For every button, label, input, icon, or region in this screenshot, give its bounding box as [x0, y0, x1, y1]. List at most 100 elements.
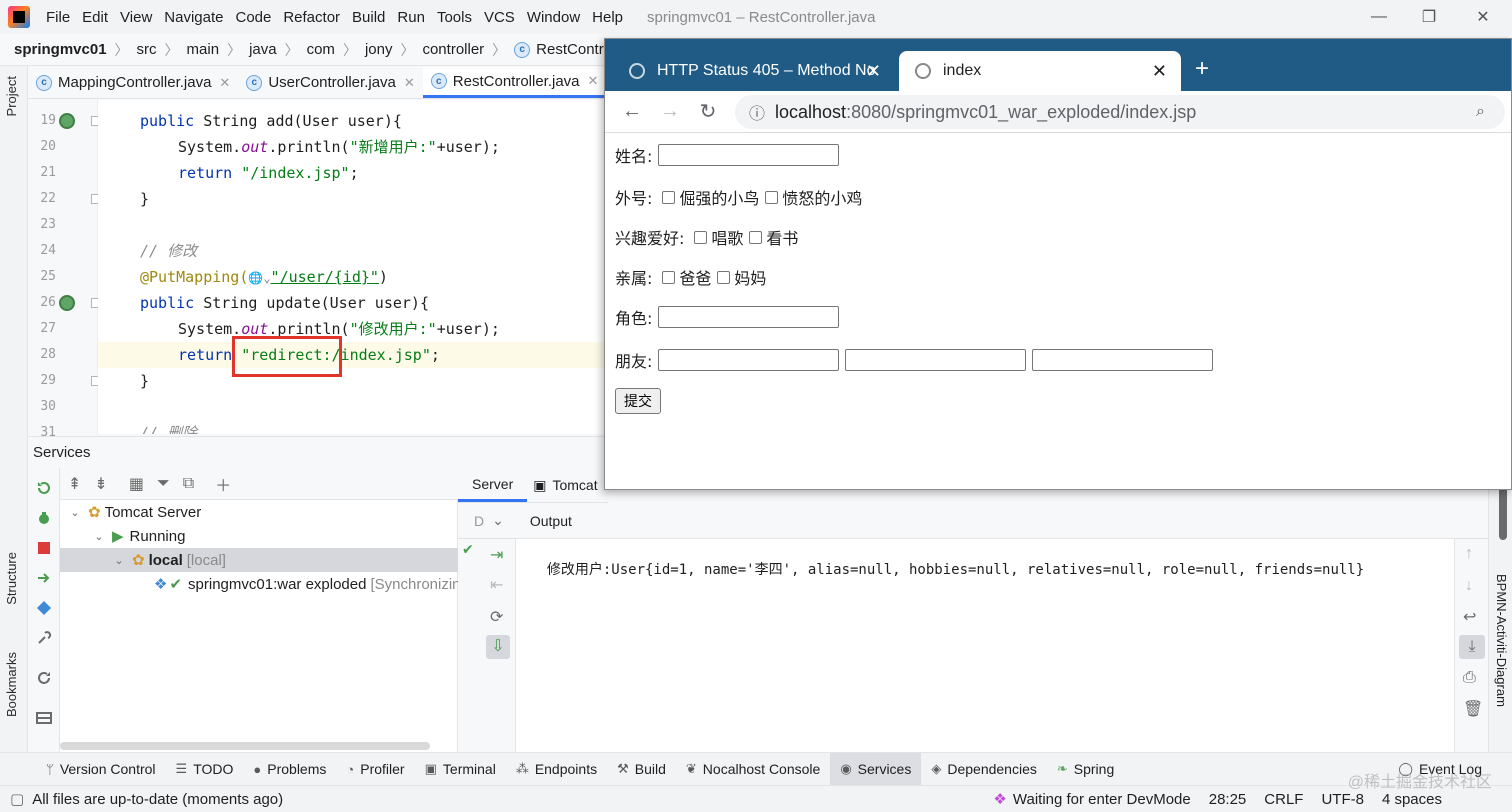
friend-input-1[interactable]: [658, 349, 840, 371]
endpoint-gutter-icon[interactable]: [59, 113, 75, 129]
tree-artifact[interactable]: ❖ ✔ springmvc01:war exploded [Synchroniz…: [154, 572, 473, 596]
hobby-checkbox-1[interactable]: [694, 230, 708, 244]
tw-profiler[interactable]: ◔ Profiler: [336, 753, 414, 785]
tab-rest-controller[interactable]: c RestController.java ✕: [422, 67, 607, 98]
menu-file[interactable]: File: [40, 9, 76, 26]
devmode-status[interactable]: ❖ Waiting for enter DevMode: [993, 790, 1190, 809]
back-icon[interactable]: ←: [613, 100, 651, 123]
breadcrumb-project[interactable]: springmvc01: [14, 41, 107, 58]
chevron-down-icon[interactable]: ⌄: [66, 506, 84, 519]
horizontal-scrollbar[interactable]: [60, 742, 430, 750]
file-encoding[interactable]: UTF-8: [1321, 791, 1364, 808]
friend-input-3[interactable]: [1032, 349, 1214, 371]
wrench-icon[interactable]: [36, 630, 52, 646]
tree-running[interactable]: ⌄ ▶ Running: [90, 524, 185, 548]
breadcrumb-controller[interactable]: controller: [422, 41, 484, 58]
close-window-icon[interactable]: ✕: [1458, 0, 1508, 34]
code-editor[interactable]: public String add(User user){ System.out…: [98, 100, 608, 434]
arrow-up-icon[interactable]: ↑: [1465, 545, 1473, 563]
new-tab-icon[interactable]: ⧉: [183, 475, 194, 493]
layout-toggle-icon[interactable]: ▢: [10, 790, 24, 808]
line-separator[interactable]: CRLF: [1264, 791, 1303, 808]
project-tool-button[interactable]: Project: [4, 76, 19, 116]
minimize-icon[interactable]: —: [1354, 0, 1404, 34]
menu-vcs[interactable]: VCS: [478, 9, 521, 26]
redeploy-icon[interactable]: ⇥: [490, 545, 503, 565]
name-input[interactable]: [658, 144, 840, 166]
undeploy-icon[interactable]: ⇤: [490, 575, 503, 595]
close-tab-icon[interactable]: ✕: [404, 75, 415, 91]
close-tab-icon[interactable]: ✕: [1152, 61, 1167, 82]
new-tab-plus-icon[interactable]: +: [1195, 55, 1209, 83]
add-service-icon[interactable]: ＋: [215, 472, 231, 496]
indent-setting[interactable]: 4 spaces: [1382, 791, 1442, 808]
chevron-down-icon[interactable]: ⌄: [492, 512, 504, 529]
print-icon[interactable]: ⎙: [1463, 669, 1476, 687]
menu-window[interactable]: Window: [521, 9, 586, 26]
endpoint-gutter-icon[interactable]: [59, 295, 75, 311]
structure-tool-button[interactable]: Structure: [4, 552, 19, 605]
collapse-all-icon[interactable]: ⇟: [94, 474, 107, 494]
relative-checkbox-1[interactable]: [662, 270, 676, 284]
tree-tomcat-server[interactable]: ⌄ ✿ Tomcat Server: [66, 500, 201, 524]
tw-version-control[interactable]: ᛘ Version Control: [36, 753, 166, 785]
zoom-icon[interactable]: ⌕: [1476, 103, 1485, 121]
tw-nocalhost-console[interactable]: ❦ Nocalhost Console: [676, 753, 830, 785]
trash-icon[interactable]: 🗑: [1463, 699, 1483, 719]
filter-icon[interactable]: ⏷: [157, 475, 170, 493]
refresh-icon[interactable]: [36, 670, 52, 686]
alias-checkbox-2[interactable]: [765, 190, 779, 204]
arrow-down-icon[interactable]: ↓: [1465, 577, 1473, 595]
breadcrumb-jony[interactable]: jony: [365, 41, 393, 58]
menu-help[interactable]: Help: [586, 9, 629, 26]
bpmn-tool-button[interactable]: BPMN-Activiti-Diagram: [1494, 574, 1509, 707]
reload-icon[interactable]: ↻: [689, 99, 727, 124]
deploy-icon[interactable]: [36, 570, 52, 586]
friend-input-2[interactable]: [845, 349, 1027, 371]
menu-tools[interactable]: Tools: [431, 9, 478, 26]
tw-dependencies[interactable]: ◈ Dependencies: [921, 753, 1047, 785]
rerun-icon[interactable]: [36, 480, 52, 496]
caret-position[interactable]: 28:25: [1209, 791, 1247, 808]
menu-run[interactable]: Run: [391, 9, 431, 26]
role-input[interactable]: [658, 306, 840, 328]
breadcrumb-java[interactable]: java: [249, 41, 277, 58]
menu-edit[interactable]: Edit: [76, 9, 114, 26]
tw-spring[interactable]: ❧ Spring: [1047, 753, 1124, 785]
close-tab-icon[interactable]: ✕: [866, 61, 881, 82]
menu-refactor[interactable]: Refactor: [277, 9, 346, 26]
hobby-checkbox-2[interactable]: [749, 230, 763, 244]
alias-checkbox-1[interactable]: [662, 190, 676, 204]
submit-button[interactable]: 提交: [615, 388, 661, 414]
tab-user-controller[interactable]: c UserController.java ✕: [238, 67, 422, 98]
menu-code[interactable]: Code: [229, 9, 277, 26]
stop-icon[interactable]: [36, 540, 52, 556]
forward-icon[interactable]: →: [651, 100, 689, 123]
tw-problems[interactable]: ● Problems: [243, 753, 336, 785]
tree-local[interactable]: ⌄ ✿ local [local]: [60, 548, 458, 572]
expand-all-icon[interactable]: ⇞: [68, 474, 81, 494]
address-bar[interactable]: ⓘ localhost:8080/springmvc01_war_explode…: [735, 95, 1505, 129]
tw-services[interactable]: ◉ Services: [830, 753, 922, 785]
tab-tomcat[interactable]: ▣ Tomcat: [527, 477, 603, 494]
debug-icon[interactable]: [36, 510, 52, 526]
layout-icon[interactable]: [36, 710, 52, 726]
site-info-icon[interactable]: ⓘ: [749, 100, 765, 124]
breadcrumb-main[interactable]: main: [187, 41, 220, 58]
browser-tab-405[interactable]: HTTP Status 405 – Method No ✕: [613, 51, 895, 91]
tw-endpoints[interactable]: ⁂ Endpoints: [506, 753, 607, 785]
tw-todo[interactable]: ☰ TODO: [166, 753, 244, 785]
tw-terminal[interactable]: ▣ Terminal: [415, 753, 506, 785]
open-browser-icon[interactable]: ⇩: [486, 635, 510, 659]
restore-icon[interactable]: ❐: [1404, 0, 1454, 34]
browser-tab-index[interactable]: index ✕: [899, 51, 1181, 91]
tw-build[interactable]: ⚒ Build: [607, 753, 676, 785]
update-icon[interactable]: ⟳: [490, 607, 503, 627]
tab-server[interactable]: Server: [458, 468, 528, 502]
breadcrumb-com[interactable]: com: [307, 41, 335, 58]
relative-checkbox-2[interactable]: [717, 270, 731, 284]
menu-navigate[interactable]: Navigate: [158, 9, 229, 26]
bookmarks-tool-button[interactable]: Bookmarks: [4, 652, 19, 717]
scroll-to-end-icon[interactable]: ⤓: [1459, 635, 1485, 659]
diamond-icon[interactable]: [36, 600, 52, 616]
